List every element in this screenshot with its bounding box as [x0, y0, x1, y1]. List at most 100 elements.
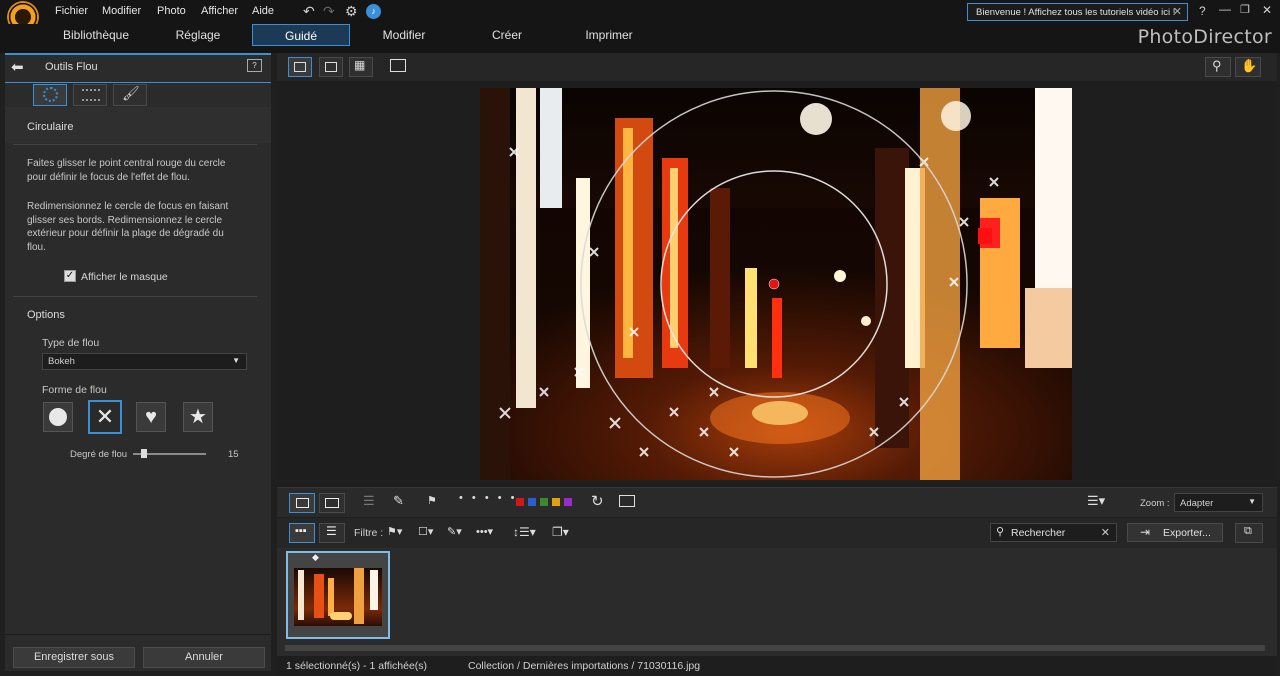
- search-icon: ⚲: [996, 526, 1005, 538]
- compare-view-button[interactable]: [319, 493, 345, 513]
- brush-icon: 🖌: [122, 85, 140, 101]
- magnifier-icon: ⚲: [1212, 58, 1222, 73]
- slider-handle[interactable]: [141, 449, 147, 458]
- blur-type-select[interactable]: Bokeh ▼: [42, 353, 247, 370]
- color-label-green[interactable]: [540, 498, 548, 506]
- tab-modifier[interactable]: Modifier: [368, 24, 440, 46]
- tutorial-notification[interactable]: Bienvenue ! Affichez tous les tutoriels …: [967, 3, 1188, 21]
- thumbnail-view-button[interactable]: ▪▪▪: [289, 523, 315, 543]
- menu-fichier[interactable]: Fichier: [55, 5, 88, 17]
- stack-dropdown-icon[interactable]: ❐▾: [552, 523, 569, 542]
- section-circular-title: Circulaire: [27, 121, 74, 133]
- menu-modifier[interactable]: Modifier: [102, 5, 141, 17]
- filter-rating-dropdown[interactable]: •••▾: [476, 523, 502, 542]
- settings-gear-icon[interactable]: ⚙: [345, 3, 358, 20]
- blur-type-label: Type de flou: [42, 337, 100, 349]
- blur-degree-slider[interactable]: [133, 449, 206, 458]
- tab-bibliotheque[interactable]: Bibliothèque: [50, 24, 142, 46]
- help-icon[interactable]: ?: [1199, 4, 1206, 18]
- single-view-icon: [296, 498, 309, 508]
- show-mask-checkbox[interactable]: ✓: [64, 270, 76, 282]
- shape-cross-button[interactable]: ✕: [88, 400, 122, 434]
- clear-search-icon[interactable]: ✕: [1101, 526, 1110, 539]
- back-arrow-icon[interactable]: ⬅: [11, 58, 24, 76]
- thumbnail-71030116[interactable]: ◆: [286, 551, 390, 639]
- redo-icon[interactable]: ↷: [323, 3, 335, 20]
- brand-logo: PhotoDirector: [1137, 26, 1272, 48]
- sort-dropdown-icon[interactable]: ↕☰▾: [513, 523, 536, 542]
- tab-imprimer[interactable]: Imprimer: [572, 24, 646, 46]
- edit-brush-icon[interactable]: ✎: [393, 493, 404, 509]
- description-resize: Redimensionnez le cercle de focus en fai…: [27, 201, 229, 253]
- tool-tab-brush[interactable]: 🖌: [113, 84, 147, 106]
- cancel-button[interactable]: Annuler: [143, 647, 265, 668]
- color-label-red[interactable]: [516, 498, 524, 506]
- tool-tab-circular[interactable]: [33, 84, 67, 106]
- menu-afficher[interactable]: Afficher: [201, 5, 238, 17]
- viewer-toolbar: ▦ ⚲ ✋: [277, 53, 1277, 81]
- list-icon: ☰: [326, 524, 337, 538]
- edited-photo[interactable]: [480, 88, 1072, 480]
- sort-menu-icon[interactable]: ☰▾: [1087, 493, 1105, 509]
- zoom-label: Zoom :: [1140, 498, 1170, 509]
- minimize-icon[interactable]: —: [1219, 2, 1231, 16]
- rating-dots[interactable]: • • • • •: [459, 492, 517, 504]
- color-label-blue[interactable]: [528, 498, 536, 506]
- menu-aide[interactable]: Aide: [252, 5, 274, 17]
- blur-degree-value: 15: [228, 449, 239, 460]
- filter-flags-dropdown[interactable]: ⚑▾: [387, 523, 413, 542]
- popout-button[interactable]: ⧉: [1235, 523, 1263, 543]
- view-grid-button[interactable]: ▦: [349, 57, 373, 77]
- list-view-button[interactable]: ☰: [319, 523, 345, 543]
- selection-status: 1 sélectionné(s) - 1 affichée(s): [286, 660, 428, 672]
- stack-icon[interactable]: ☰: [363, 493, 375, 509]
- single-view-button[interactable]: [289, 493, 315, 513]
- filter-label: Filtre :: [354, 527, 384, 539]
- close-window-icon[interactable]: ✕: [1262, 3, 1272, 17]
- menu-photo[interactable]: Photo: [157, 5, 186, 17]
- notification-text: Bienvenue ! Affichez tous les tutoriels …: [976, 7, 1176, 18]
- pan-tool-button[interactable]: ✋: [1235, 57, 1261, 77]
- shape-circle-button[interactable]: [43, 402, 73, 432]
- focus-point-handle[interactable]: [768, 278, 780, 290]
- filter-edit-dropdown[interactable]: ✎▾: [447, 523, 471, 542]
- undo-icon[interactable]: ↶: [303, 3, 315, 20]
- tab-guide[interactable]: Guidé: [252, 24, 350, 46]
- compare-view-icon: [325, 498, 339, 508]
- flag-icon[interactable]: ⚑: [427, 494, 437, 507]
- filter-shape-dropdown[interactable]: ☐▾: [418, 523, 442, 542]
- view-single-button[interactable]: [288, 57, 312, 77]
- popout-icon: ⧉: [1244, 525, 1252, 537]
- thumbnail-image: [294, 568, 382, 626]
- filmstrip-toolbar: ☰ ✎ ⚑ • • • • • ↻ ☰▾ Zoom : Adapter ▼: [277, 487, 1277, 517]
- help-panel-icon[interactable]: ?: [247, 59, 262, 72]
- restore-icon[interactable]: ❐: [1240, 3, 1250, 16]
- save-as-button[interactable]: Enregistrer sous: [13, 647, 135, 668]
- shape-heart-button[interactable]: ♥: [136, 402, 166, 432]
- view-compare-button[interactable]: [319, 57, 343, 77]
- zoom-tool-button[interactable]: ⚲: [1205, 57, 1231, 77]
- tab-reglage[interactable]: Réglage: [160, 24, 236, 46]
- photo-view-icon: [294, 62, 306, 72]
- search-input[interactable]: Rechercher: [1011, 527, 1065, 539]
- filmstrip-scrollbar[interactable]: [285, 645, 1265, 651]
- tool-tab-linear[interactable]: [73, 84, 107, 106]
- rotate-icon[interactable]: ↻: [591, 492, 604, 510]
- separator: [13, 296, 257, 297]
- image-icon: [325, 62, 337, 72]
- export-button[interactable]: ⇥ Exporter...: [1127, 523, 1223, 542]
- export-icon: ⇥: [1140, 525, 1151, 539]
- shape-star-button[interactable]: ★: [183, 402, 213, 432]
- crop-info-icon[interactable]: [619, 495, 635, 507]
- search-box[interactable]: ⚲ Rechercher ✕: [990, 523, 1117, 542]
- export-label: Exporter...: [1163, 527, 1211, 539]
- tab-creer[interactable]: Créer: [478, 24, 536, 46]
- options-title: Options: [27, 309, 65, 321]
- zoom-select[interactable]: Adapter ▼: [1174, 493, 1263, 512]
- close-notification-icon[interactable]: ✕: [1173, 5, 1182, 18]
- color-label-purple[interactable]: [564, 498, 572, 506]
- secondary-display-icon[interactable]: [390, 59, 406, 72]
- color-label-yellow[interactable]: [552, 498, 560, 506]
- notification-bell-icon[interactable]: ♪: [366, 4, 381, 19]
- city-night-bokeh-image: [480, 88, 1072, 480]
